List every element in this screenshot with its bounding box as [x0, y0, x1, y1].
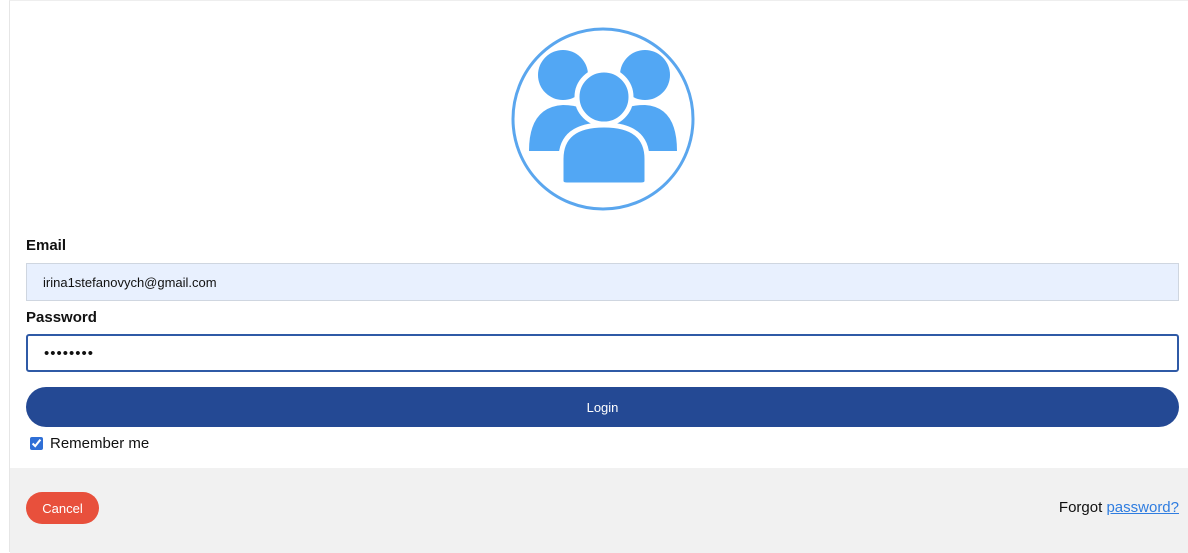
remember-me-checkbox[interactable]: [30, 437, 43, 450]
avatar: [511, 27, 695, 211]
password-field[interactable]: [26, 334, 1179, 372]
email-label: Email: [26, 237, 67, 254]
remember-me-label: Remember me: [50, 435, 150, 452]
dialog-footer: Cancel Forgot password?: [10, 468, 1188, 553]
remember-me[interactable]: Remember me: [28, 435, 149, 452]
login-dialog: Email Password Login Remember me Cancel …: [9, 0, 1188, 553]
users-group-icon: [511, 27, 695, 211]
password-label: Password: [26, 309, 97, 326]
forgot-password: Forgot password?: [1059, 499, 1179, 516]
cancel-button[interactable]: Cancel: [26, 492, 99, 524]
login-button[interactable]: Login: [26, 387, 1179, 427]
forgot-prefix: Forgot: [1058, 499, 1103, 516]
email-field[interactable]: [26, 263, 1179, 301]
forgot-password-link[interactable]: password?: [1106, 499, 1179, 516]
